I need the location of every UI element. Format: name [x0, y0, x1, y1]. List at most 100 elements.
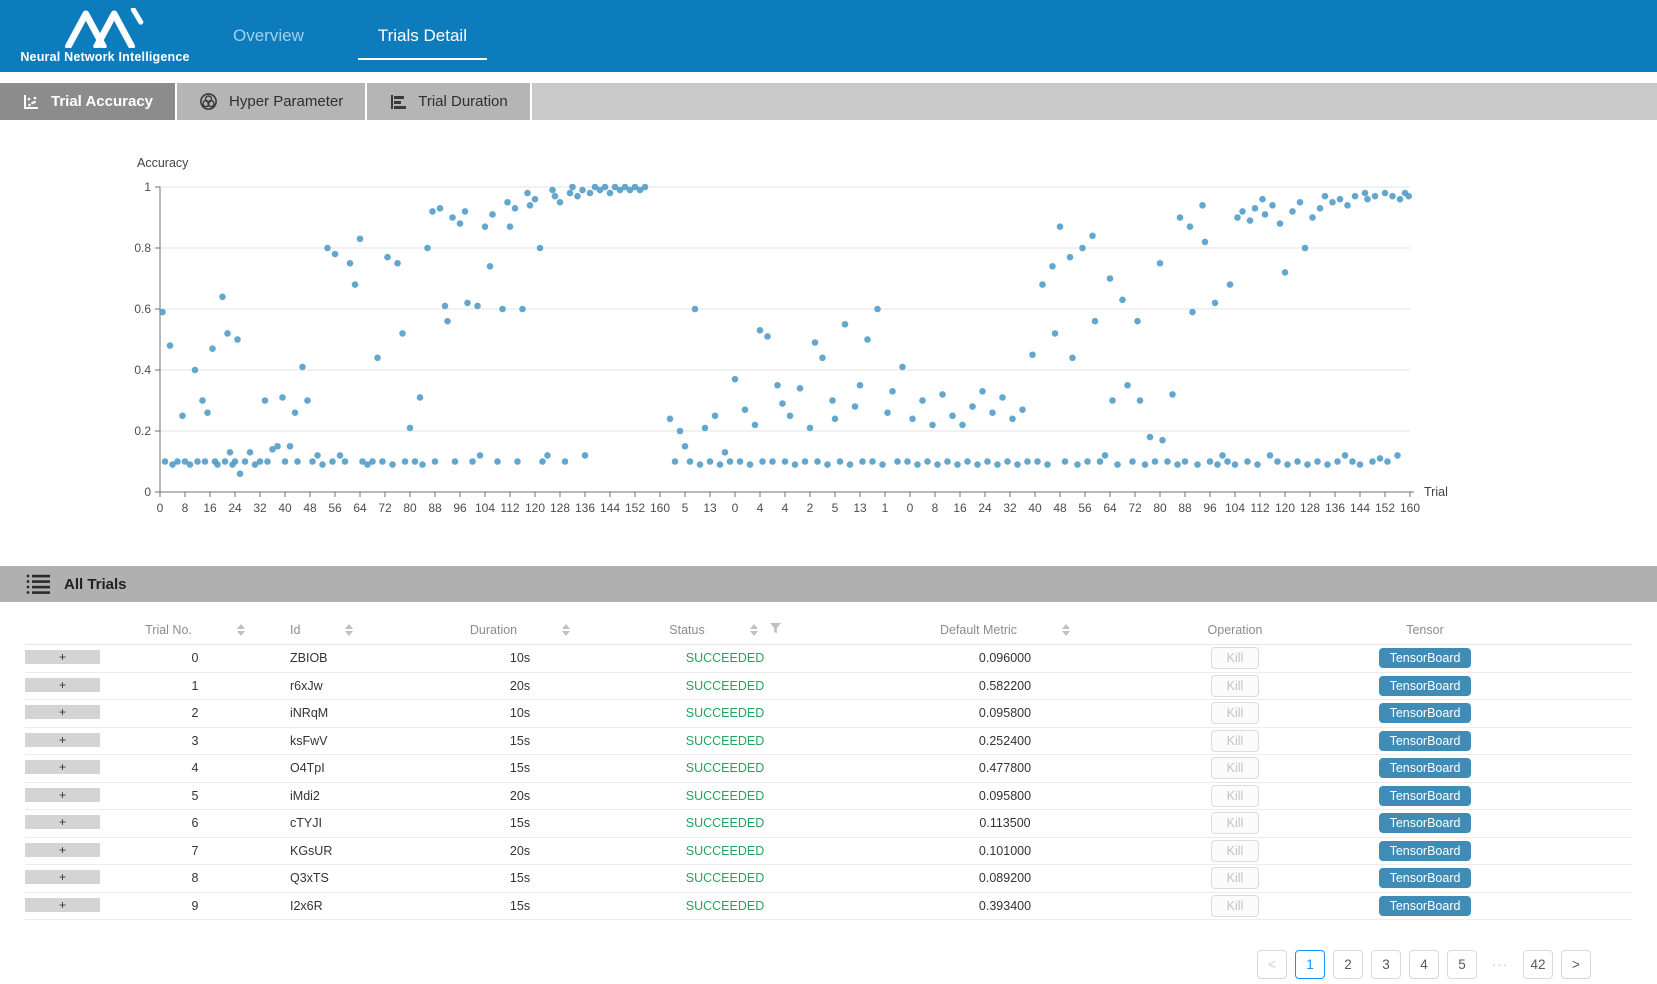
scatter-point[interactable]: [179, 412, 186, 419]
scatter-point[interactable]: [557, 199, 564, 206]
scatter-point[interactable]: [319, 461, 326, 468]
scatter-point[interactable]: [384, 254, 391, 261]
scatter-point[interactable]: [264, 458, 271, 465]
scatter-point[interactable]: [1394, 452, 1401, 459]
scatter-point[interactable]: [642, 184, 649, 191]
scatter-point[interactable]: [1119, 297, 1126, 304]
scatter-point[interactable]: [574, 193, 581, 200]
scatter-point[interactable]: [732, 376, 739, 383]
scatter-point[interactable]: [1109, 397, 1116, 404]
scatter-point[interactable]: [1405, 193, 1412, 200]
scatter-point[interactable]: [1097, 458, 1104, 465]
scatter-point[interactable]: [399, 330, 406, 337]
scatter-point[interactable]: [1199, 202, 1206, 209]
scatter-point[interactable]: [1289, 208, 1296, 215]
scatter-point[interactable]: [209, 345, 216, 352]
page-button-1[interactable]: 1: [1295, 950, 1325, 979]
scatter-point[interactable]: [1212, 300, 1219, 307]
scatter-point[interactable]: [1219, 452, 1226, 459]
scatter-point[interactable]: [437, 205, 444, 212]
scatter-point[interactable]: [964, 458, 971, 465]
scatter-point[interactable]: [1314, 458, 1321, 465]
scatter-point[interactable]: [1079, 245, 1086, 252]
expand-row-button[interactable]: +: [25, 678, 100, 694]
scatter-point[interactable]: [544, 452, 551, 459]
scatter-point[interactable]: [1084, 458, 1091, 465]
scatter-point[interactable]: [192, 367, 199, 374]
expand-row-button[interactable]: +: [25, 870, 100, 886]
scatter-point[interactable]: [1014, 461, 1021, 468]
scatter-point[interactable]: [582, 452, 589, 459]
scatter-point[interactable]: [232, 458, 239, 465]
scatter-point[interactable]: [1134, 318, 1141, 325]
scatter-point[interactable]: [1389, 193, 1396, 200]
scatter-point[interactable]: [237, 470, 244, 477]
scatter-point[interactable]: [717, 461, 724, 468]
scatter-point[interactable]: [1262, 211, 1269, 218]
scatter-point[interactable]: [304, 397, 311, 404]
scatter-point[interactable]: [797, 385, 804, 392]
column-header-id[interactable]: Id: [290, 616, 420, 644]
kill-button[interactable]: Kill: [1211, 812, 1260, 834]
expand-row-button[interactable]: +: [25, 843, 100, 859]
scatter-point[interactable]: [537, 245, 544, 252]
scatter-point[interactable]: [874, 306, 881, 313]
scatter-point[interactable]: [1239, 208, 1246, 215]
scatter-point[interactable]: [204, 409, 211, 416]
scatter-point[interactable]: [807, 425, 814, 432]
scatter-point[interactable]: [552, 193, 559, 200]
tensorboard-button[interactable]: TensorBoard: [1379, 703, 1472, 723]
scatter-point[interactable]: [474, 303, 481, 310]
scatter-point[interactable]: [969, 403, 976, 410]
scatter-point[interactable]: [934, 461, 941, 468]
scatter-point[interactable]: [282, 458, 289, 465]
scatter-point[interactable]: [1329, 199, 1336, 206]
scatter-point[interactable]: [707, 458, 714, 465]
scatter-point[interactable]: [412, 458, 419, 465]
expand-row-button[interactable]: +: [25, 898, 100, 914]
scatter-point[interactable]: [309, 458, 316, 465]
scatter-point[interactable]: [1334, 458, 1341, 465]
scatter-point[interactable]: [1187, 223, 1194, 230]
expand-row-button[interactable]: +: [25, 760, 100, 776]
scatter-point[interactable]: [879, 461, 886, 468]
scatter-point[interactable]: [504, 199, 511, 206]
scatter-point[interactable]: [1224, 458, 1231, 465]
scatter-point[interactable]: [299, 364, 306, 371]
scatter-point[interactable]: [234, 336, 241, 343]
scatter-point[interactable]: [514, 458, 521, 465]
scatter-point[interactable]: [904, 458, 911, 465]
scatter-point[interactable]: [444, 318, 451, 325]
scatter-point[interactable]: [909, 416, 916, 423]
scatter-point[interactable]: [687, 458, 694, 465]
scatter-point[interactable]: [374, 355, 381, 362]
scatter-point[interactable]: [194, 458, 201, 465]
scatter-point[interactable]: [764, 333, 771, 340]
scatter-point[interactable]: [352, 281, 359, 288]
scatter-point[interactable]: [984, 458, 991, 465]
scatter-point[interactable]: [1372, 193, 1379, 200]
scatter-point[interactable]: [979, 388, 986, 395]
scatter-point[interactable]: [464, 300, 471, 307]
scatter-point[interactable]: [1024, 458, 1031, 465]
scatter-point[interactable]: [949, 412, 956, 419]
scatter-point[interactable]: [1157, 260, 1164, 267]
scatter-point[interactable]: [539, 458, 546, 465]
scatter-point[interactable]: [329, 458, 336, 465]
scatter-point[interactable]: [247, 449, 254, 456]
sort-icon[interactable]: [1062, 624, 1070, 636]
tensorboard-button[interactable]: TensorBoard: [1379, 841, 1472, 861]
scatter-point[interactable]: [602, 184, 609, 191]
scatter-point[interactable]: [1384, 458, 1391, 465]
scatter-point[interactable]: [677, 428, 684, 435]
tensorboard-button[interactable]: TensorBoard: [1379, 896, 1472, 916]
scatter-point[interactable]: [549, 187, 556, 194]
tab-trial-duration[interactable]: Trial Duration: [367, 83, 531, 120]
scatter-point[interactable]: [1214, 461, 1221, 468]
scatter-point[interactable]: [1019, 406, 1026, 413]
scatter-point[interactable]: [587, 190, 594, 197]
scatter-point[interactable]: [787, 412, 794, 419]
tensorboard-button[interactable]: TensorBoard: [1379, 731, 1472, 751]
scatter-point[interactable]: [562, 458, 569, 465]
sort-icon[interactable]: [750, 624, 758, 636]
